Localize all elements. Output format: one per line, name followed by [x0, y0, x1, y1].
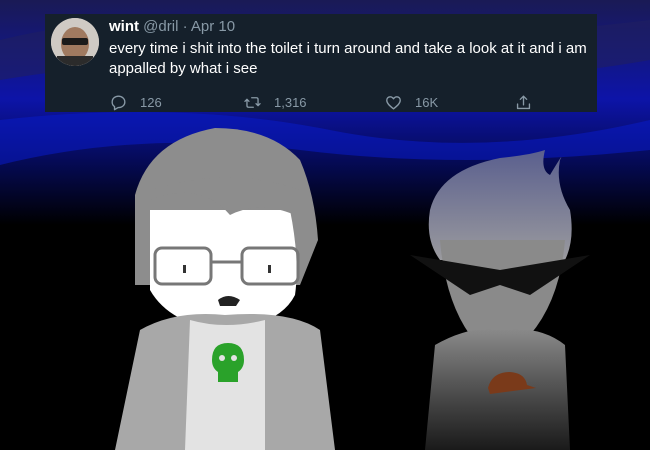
reply-icon [109, 93, 128, 112]
skull-eye [219, 355, 225, 361]
retweet-icon [243, 93, 262, 112]
tweet-header: wint @dril · Apr 10 [109, 18, 235, 35]
avatar[interactable] [51, 18, 99, 66]
skull-eye [231, 355, 237, 361]
reply-button[interactable]: 126 [109, 92, 162, 112]
like-icon [384, 93, 403, 112]
figure-left-shirt [185, 320, 265, 450]
author-handle[interactable]: @dril [143, 18, 178, 35]
retweet-count: 1,316 [274, 94, 307, 110]
tweet-date[interactable]: Apr 10 [191, 18, 235, 35]
reply-count: 126 [140, 94, 162, 110]
avatar-image [51, 18, 99, 66]
tweet-card[interactable]: wint @dril · Apr 10 every time i shit in… [45, 14, 597, 112]
figure-left-face [150, 210, 297, 330]
eye [183, 265, 186, 273]
author-name[interactable]: wint [109, 18, 139, 35]
tweet-text: every time i shit into the toilet i turn… [109, 40, 587, 77]
share-icon [514, 93, 533, 112]
header-separator: · [182, 18, 188, 35]
like-count: 16K [415, 94, 439, 110]
retweet-button[interactable]: 1,316 [243, 92, 307, 112]
tweet-actions: 126 1,316 16K [109, 92, 589, 114]
eye [268, 265, 271, 273]
like-button[interactable]: 16K [384, 92, 438, 112]
share-button[interactable] [514, 92, 533, 112]
